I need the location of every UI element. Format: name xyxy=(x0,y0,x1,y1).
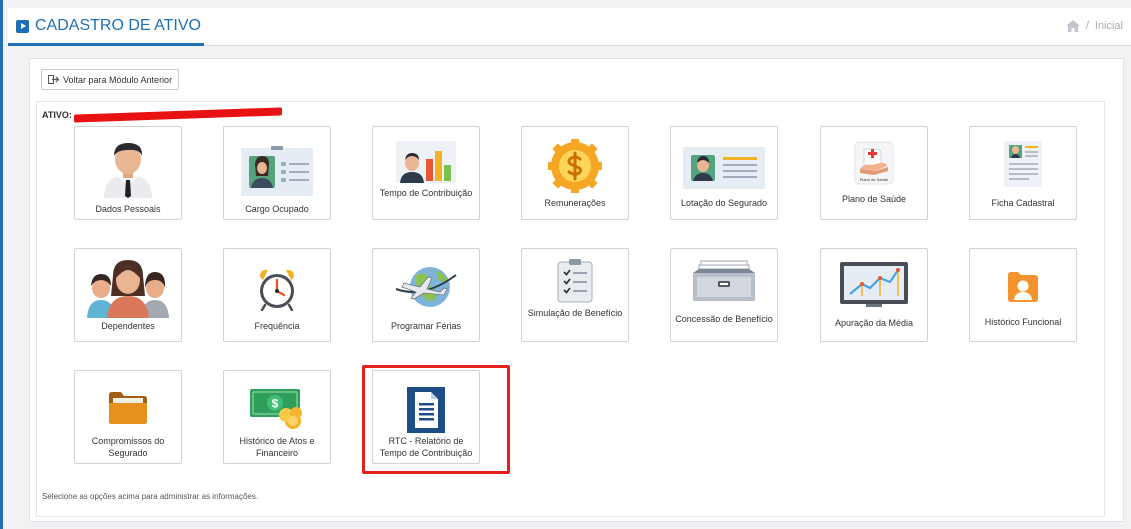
tile-cargo-ocupado[interactable]: Cargo Ocupado xyxy=(223,126,331,220)
user-folder-icon xyxy=(970,269,1076,303)
dollar-coin-icon xyxy=(522,139,628,193)
registration-form-icon xyxy=(970,139,1076,189)
health-plan-icon-caption: Plano de Saúde xyxy=(860,177,889,182)
tile-label: Histórico Funcional xyxy=(984,317,1062,327)
tile-compromissos-do-segurado[interactable]: Compromissos do Segurado xyxy=(74,370,182,464)
selection-highlight xyxy=(362,365,510,474)
page-title: CADASTRO DE ATIVO xyxy=(16,17,201,35)
back-to-previous-module-button[interactable]: Voltar para Módulo Anterior xyxy=(41,69,180,90)
tile-plano-de-saude[interactable]: Plano de Saúde Plano de Saúde xyxy=(820,126,928,220)
tile-tempo-de-contribuicao[interactable]: Tempo de Contribuição xyxy=(372,126,480,220)
tile-frequencia[interactable]: Frequência xyxy=(223,248,331,342)
tile-label: Remunerações xyxy=(544,198,606,208)
file-drawer-icon xyxy=(671,259,777,303)
person-chart-icon xyxy=(373,139,479,185)
sign-out-icon xyxy=(48,75,59,84)
tile-label: Frequência xyxy=(254,321,300,331)
tile-label: Compromissos do Segurado xyxy=(91,436,165,458)
tile-lotacao-do-segurado[interactable]: Lotação do Segurado xyxy=(670,126,778,220)
home-icon[interactable] xyxy=(1065,20,1080,32)
page-title-text: CADASTRO DE ATIVO xyxy=(35,17,201,34)
id-card-lines-icon xyxy=(671,145,777,191)
money-coins-icon: $ xyxy=(224,385,330,431)
tile-label: Tempo de Contribuição xyxy=(379,188,473,198)
svg-text:$: $ xyxy=(272,397,279,411)
tile-dependentes[interactable]: Dependentes xyxy=(74,248,182,342)
tile-label: Simulação de Benefício xyxy=(527,308,623,318)
tile-remuneracoes[interactable]: Remunerações xyxy=(521,126,629,220)
tile-simulacao-de-beneficio[interactable]: Simulação de Benefício xyxy=(521,248,629,342)
tile-concessao-de-beneficio[interactable]: Concessão de Benefício xyxy=(670,248,778,342)
page-header: CADASTRO DE ATIVO / Inicial xyxy=(8,8,1131,46)
tile-label: Lotação do Segurado xyxy=(680,198,768,208)
folder-icon xyxy=(75,389,181,425)
tile-historico-de-atos-e-financeiro[interactable]: $ Histórico de Atos e Financeiro xyxy=(223,370,331,464)
globe-plane-icon xyxy=(373,259,479,313)
health-plan-icon: Plano de Saúde xyxy=(821,141,927,185)
tile-label: Plano de Saúde xyxy=(841,194,907,204)
tile-label: Programar Férias xyxy=(390,321,462,331)
alarm-clock-icon xyxy=(224,267,330,311)
breadcrumb: / Inicial xyxy=(1065,20,1123,32)
tile-apuracao-da-media[interactable]: Apuração da Média xyxy=(820,248,928,342)
tile-label: Dependentes xyxy=(101,321,155,331)
play-square-icon xyxy=(16,19,29,33)
line-chart-icon xyxy=(821,260,927,308)
left-accent-strip xyxy=(0,0,3,529)
id-card-icon xyxy=(224,146,330,198)
tile-ficha-cadastral[interactable]: Ficha Cadastral xyxy=(969,126,1077,220)
tile-dados-pessoais[interactable]: Dados Pessoais xyxy=(74,126,182,220)
tile-programar-ferias[interactable]: Programar Férias xyxy=(372,248,480,342)
tile-historico-funcional[interactable]: Histórico Funcional xyxy=(969,248,1077,342)
breadcrumb-home-link[interactable]: Inicial xyxy=(1095,20,1123,32)
tile-label: Dados Pessoais xyxy=(95,204,161,214)
tile-label: Ficha Cadastral xyxy=(991,198,1055,208)
instructions-note: Selecione as opções acima para administr… xyxy=(42,492,259,501)
tile-label: Cargo Ocupado xyxy=(245,204,309,214)
back-button-label: Voltar para Módulo Anterior xyxy=(63,74,173,85)
breadcrumb-separator: / xyxy=(1085,20,1089,32)
family-group-icon xyxy=(75,258,181,318)
tile-label: Concessão de Benefício xyxy=(675,314,773,324)
tile-label: Apuração da Média xyxy=(834,318,914,328)
checklist-icon xyxy=(522,258,628,304)
ativo-label: ATIVO: xyxy=(42,107,282,123)
tile-label: Histórico de Atos e Financeiro xyxy=(239,436,315,458)
person-icon xyxy=(75,140,181,198)
